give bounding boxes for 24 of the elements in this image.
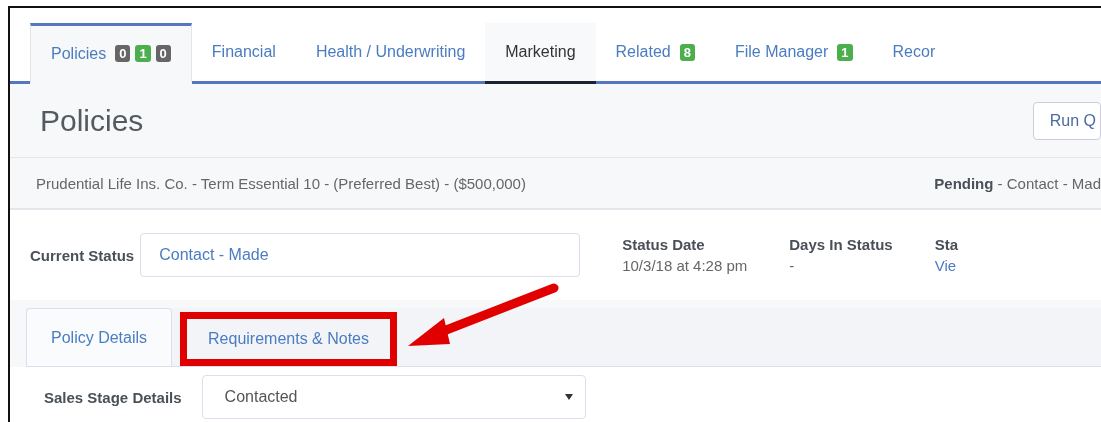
view-link[interactable]: Vie bbox=[934, 257, 958, 274]
field-label: Current Status bbox=[30, 246, 135, 264]
info-label: Sta bbox=[934, 236, 958, 253]
info-value: 10/3/18 at 4:28 pm bbox=[622, 257, 748, 274]
info-value: - bbox=[789, 257, 796, 274]
count-badge: 8 bbox=[679, 43, 695, 61]
tab[interactable]: Policies 0 1 0 bbox=[30, 23, 192, 84]
status-field[interactable]: Contact - Made bbox=[140, 233, 581, 277]
tab[interactable]: Policy Details bbox=[26, 308, 173, 366]
count-badge: 0 bbox=[155, 45, 171, 62]
count-badge: 1 bbox=[837, 43, 853, 61]
policy-status: Pending - Contact - Mad bbox=[934, 174, 1101, 192]
policy-summary: Prudential Life Ins. Co. - Term Essential 10 - (Preferred Best) - ($500,000) bbox=[36, 174, 526, 192]
count-badge: 0 bbox=[115, 45, 131, 62]
stage-select[interactable]: Contacted bbox=[201, 375, 586, 419]
info-label: Days In Status bbox=[789, 236, 893, 253]
caret-icon bbox=[564, 394, 573, 400]
field-label: Sales Stage Details bbox=[44, 388, 182, 406]
count-badge: 1 bbox=[135, 45, 151, 62]
tab[interactable]: Marketing bbox=[485, 23, 596, 84]
tab[interactable]: Requirements & Notes bbox=[180, 312, 397, 366]
info-label: Status Date bbox=[622, 236, 706, 253]
run-button[interactable]: Run Q bbox=[1032, 101, 1101, 140]
page-title: Policies bbox=[40, 103, 144, 138]
